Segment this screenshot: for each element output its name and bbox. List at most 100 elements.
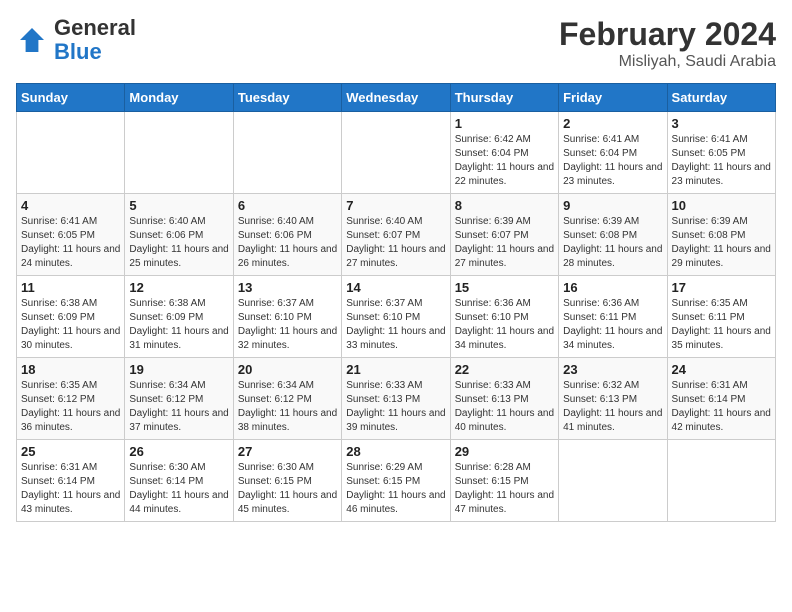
day-number: 27	[238, 444, 337, 459]
day-cell: 6 Sunrise: 6:40 AM Sunset: 6:06 PM Daylig…	[233, 194, 341, 276]
day-cell: 14 Sunrise: 6:37 AM Sunset: 6:10 PM Dayli…	[342, 276, 450, 358]
day-cell: 18 Sunrise: 6:35 AM Sunset: 6:12 PM Dayli…	[17, 358, 125, 440]
day-number: 12	[129, 280, 228, 295]
day-cell	[233, 112, 341, 194]
day-info: Sunrise: 6:40 AM Sunset: 6:07 PM Dayligh…	[346, 215, 445, 271]
header-row: SundayMondayTuesdayWednesdayThursdayFrid…	[17, 84, 776, 112]
day-cell: 16Sunrise: 6:36 AM Sunset: 6:11 PM Dayli…	[559, 276, 667, 358]
day-info: Sunrise: 6:31 AM Sunset: 6:14 PM Dayligh…	[672, 379, 771, 435]
day-number: 3	[672, 116, 771, 131]
logo-icon	[16, 24, 48, 56]
header-cell-tuesday: Tuesday	[233, 84, 341, 112]
day-number: 22	[455, 362, 554, 377]
header-cell-sunday: Sunday	[17, 84, 125, 112]
day-info: Sunrise: 6:37 AM Sunset: 6:10 PM Dayligh…	[238, 297, 337, 353]
day-cell: 10 Sunrise: 6:39 AM Sunset: 6:08 PM Dayli…	[667, 194, 775, 276]
header-cell-monday: Monday	[125, 84, 233, 112]
day-number: 2	[563, 116, 662, 131]
logo-line2: Blue	[54, 40, 136, 64]
day-number: 21	[346, 362, 445, 377]
day-info: Sunrise: 6:42 AM Sunset: 6:04 PM Dayligh…	[455, 133, 554, 189]
day-cell: 11Sunrise: 6:38 AM Sunset: 6:09 PM Dayli…	[17, 276, 125, 358]
day-number: 26	[129, 444, 228, 459]
day-cell: 27 Sunrise: 6:30 AM Sunset: 6:15 PM Dayli…	[233, 440, 341, 522]
day-info: Sunrise: 6:41 AM Sunset: 6:05 PM Dayligh…	[672, 133, 771, 189]
subtitle: Misliyah, Saudi Arabia	[559, 53, 776, 71]
day-cell: 8 Sunrise: 6:39 AM Sunset: 6:07 PM Daylig…	[450, 194, 558, 276]
day-cell	[559, 440, 667, 522]
day-cell: 5Sunrise: 6:40 AM Sunset: 6:06 PM Daylig…	[125, 194, 233, 276]
week-row-3: 11Sunrise: 6:38 AM Sunset: 6:09 PM Dayli…	[17, 276, 776, 358]
day-cell: 28 Sunrise: 6:29 AM Sunset: 6:15 PM Dayli…	[342, 440, 450, 522]
day-info: Sunrise: 6:31 AM Sunset: 6:14 PM Dayligh…	[21, 461, 120, 517]
day-cell: 9Sunrise: 6:39 AM Sunset: 6:08 PM Daylig…	[559, 194, 667, 276]
day-info: Sunrise: 6:38 AM Sunset: 6:09 PM Dayligh…	[129, 297, 228, 353]
calendar-header: SundayMondayTuesdayWednesdayThursdayFrid…	[17, 84, 776, 112]
day-info: Sunrise: 6:40 AM Sunset: 6:06 PM Dayligh…	[238, 215, 337, 271]
day-cell: 19 Sunrise: 6:34 AM Sunset: 6:12 PM Dayli…	[125, 358, 233, 440]
week-row-2: 4 Sunrise: 6:41 AM Sunset: 6:05 PM Daylig…	[17, 194, 776, 276]
day-info: Sunrise: 6:41 AM Sunset: 6:04 PM Dayligh…	[563, 133, 662, 189]
day-cell: 2 Sunrise: 6:41 AM Sunset: 6:04 PM Daylig…	[559, 112, 667, 194]
day-cell: 24 Sunrise: 6:31 AM Sunset: 6:14 PM Dayli…	[667, 358, 775, 440]
day-cell	[125, 112, 233, 194]
day-number: 24	[672, 362, 771, 377]
day-number: 4	[21, 198, 120, 213]
day-info: Sunrise: 6:29 AM Sunset: 6:15 PM Dayligh…	[346, 461, 445, 517]
day-info: Sunrise: 6:30 AM Sunset: 6:14 PM Dayligh…	[129, 461, 228, 517]
day-info: Sunrise: 6:38 AM Sunset: 6:09 PM Dayligh…	[21, 297, 120, 353]
header-cell-saturday: Saturday	[667, 84, 775, 112]
main-title: February 2024	[559, 16, 776, 53]
day-cell: 29 Sunrise: 6:28 AM Sunset: 6:15 PM Dayli…	[450, 440, 558, 522]
day-cell	[667, 440, 775, 522]
day-info: Sunrise: 6:33 AM Sunset: 6:13 PM Dayligh…	[455, 379, 554, 435]
week-row-5: 25 Sunrise: 6:31 AM Sunset: 6:14 PM Dayli…	[17, 440, 776, 522]
day-info: Sunrise: 6:35 AM Sunset: 6:11 PM Dayligh…	[672, 297, 771, 353]
day-number: 7	[346, 198, 445, 213]
day-info: Sunrise: 6:37 AM Sunset: 6:10 PM Dayligh…	[346, 297, 445, 353]
day-cell: 3 Sunrise: 6:41 AM Sunset: 6:05 PM Daylig…	[667, 112, 775, 194]
day-info: Sunrise: 6:39 AM Sunset: 6:07 PM Dayligh…	[455, 215, 554, 271]
day-cell: 26 Sunrise: 6:30 AM Sunset: 6:14 PM Dayli…	[125, 440, 233, 522]
day-cell: 7 Sunrise: 6:40 AM Sunset: 6:07 PM Daylig…	[342, 194, 450, 276]
header-cell-friday: Friday	[559, 84, 667, 112]
day-number: 10	[672, 198, 771, 213]
day-number: 14	[346, 280, 445, 295]
day-info: Sunrise: 6:41 AM Sunset: 6:05 PM Dayligh…	[21, 215, 120, 271]
day-info: Sunrise: 6:32 AM Sunset: 6:13 PM Dayligh…	[563, 379, 662, 435]
day-info: Sunrise: 6:30 AM Sunset: 6:15 PM Dayligh…	[238, 461, 337, 517]
day-number: 28	[346, 444, 445, 459]
day-number: 19	[129, 362, 228, 377]
day-info: Sunrise: 6:33 AM Sunset: 6:13 PM Dayligh…	[346, 379, 445, 435]
day-number: 23	[563, 362, 662, 377]
day-info: Sunrise: 6:28 AM Sunset: 6:15 PM Dayligh…	[455, 461, 554, 517]
day-info: Sunrise: 6:39 AM Sunset: 6:08 PM Dayligh…	[672, 215, 771, 271]
logo-line1: General	[54, 16, 136, 40]
day-info: Sunrise: 6:39 AM Sunset: 6:08 PM Dayligh…	[563, 215, 662, 271]
day-info: Sunrise: 6:36 AM Sunset: 6:11 PM Dayligh…	[563, 297, 662, 353]
day-info: Sunrise: 6:34 AM Sunset: 6:12 PM Dayligh…	[129, 379, 228, 435]
day-number: 29	[455, 444, 554, 459]
day-cell: 4 Sunrise: 6:41 AM Sunset: 6:05 PM Daylig…	[17, 194, 125, 276]
day-number: 1	[455, 116, 554, 131]
day-cell: 17Sunrise: 6:35 AM Sunset: 6:11 PM Dayli…	[667, 276, 775, 358]
day-info: Sunrise: 6:35 AM Sunset: 6:12 PM Dayligh…	[21, 379, 120, 435]
day-cell: 23 Sunrise: 6:32 AM Sunset: 6:13 PM Dayli…	[559, 358, 667, 440]
day-cell: 12 Sunrise: 6:38 AM Sunset: 6:09 PM Dayli…	[125, 276, 233, 358]
calendar-table: SundayMondayTuesdayWednesdayThursdayFrid…	[16, 83, 776, 522]
day-number: 20	[238, 362, 337, 377]
day-cell	[17, 112, 125, 194]
day-cell: 13 Sunrise: 6:37 AM Sunset: 6:10 PM Dayli…	[233, 276, 341, 358]
day-cell: 22 Sunrise: 6:33 AM Sunset: 6:13 PM Dayli…	[450, 358, 558, 440]
calendar-body: 1 Sunrise: 6:42 AM Sunset: 6:04 PM Daylig…	[17, 112, 776, 522]
day-number: 18	[21, 362, 120, 377]
logo: General Blue	[16, 16, 136, 64]
day-cell: 21 Sunrise: 6:33 AM Sunset: 6:13 PM Dayli…	[342, 358, 450, 440]
day-number: 25	[21, 444, 120, 459]
day-number: 13	[238, 280, 337, 295]
day-number: 8	[455, 198, 554, 213]
day-number: 5	[129, 198, 228, 213]
day-cell	[342, 112, 450, 194]
day-cell: 20Sunrise: 6:34 AM Sunset: 6:12 PM Dayli…	[233, 358, 341, 440]
day-number: 6	[238, 198, 337, 213]
